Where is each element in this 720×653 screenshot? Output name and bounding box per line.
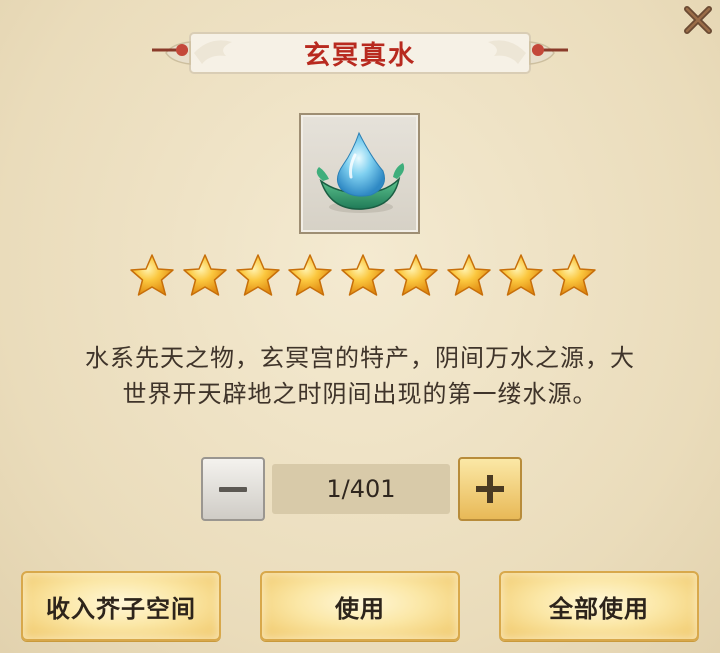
gold-star-icon: [288, 254, 332, 296]
gold-star-icon: [183, 254, 227, 296]
item-dialog: 玄冥真水 水系先天之物，玄冥宫的特产，阴间万水之源，大 世界开天辟地之时阴间出现…: [0, 0, 720, 653]
gold-star-icon: [235, 254, 280, 296]
gold-star-icon: [552, 254, 596, 296]
use-all-button[interactable]: 全部使用: [499, 571, 699, 641]
close-button[interactable]: [676, 0, 720, 40]
gold-star-icon: [130, 254, 174, 296]
item-title: 玄冥真水: [303, 40, 416, 71]
item-slot: [299, 113, 420, 234]
water-drop-leaf-icon: [316, 131, 405, 213]
description-line-2: 世界开天辟地之时阴间出现的第一缕水源。: [122, 380, 598, 408]
description-line-1: 水系先天之物，玄冥宫的特产，阴间万水之源，大: [85, 344, 635, 372]
gold-star-icon: [394, 254, 438, 296]
quantity-decrease-button[interactable]: [201, 457, 265, 521]
quantity-field[interactable]: 1/401: [272, 464, 450, 514]
item-description: 水系先天之物，玄冥宫的特产，阴间万水之源，大 世界开天辟地之时阴间出现的第一缕水…: [30, 340, 690, 412]
title-banner: 玄冥真水: [152, 24, 568, 82]
quantity-increase-button[interactable]: [458, 457, 522, 521]
store-in-space-button[interactable]: 收入芥子空间: [21, 571, 221, 641]
gold-star-icon: [446, 254, 491, 296]
star-rating: [128, 252, 598, 302]
close-icon: [684, 6, 712, 34]
use-button[interactable]: 使用: [260, 571, 460, 641]
gold-star-icon: [499, 254, 543, 296]
plus-icon: [476, 475, 504, 503]
gold-star-icon: [341, 254, 385, 296]
minus-icon: [219, 486, 247, 492]
